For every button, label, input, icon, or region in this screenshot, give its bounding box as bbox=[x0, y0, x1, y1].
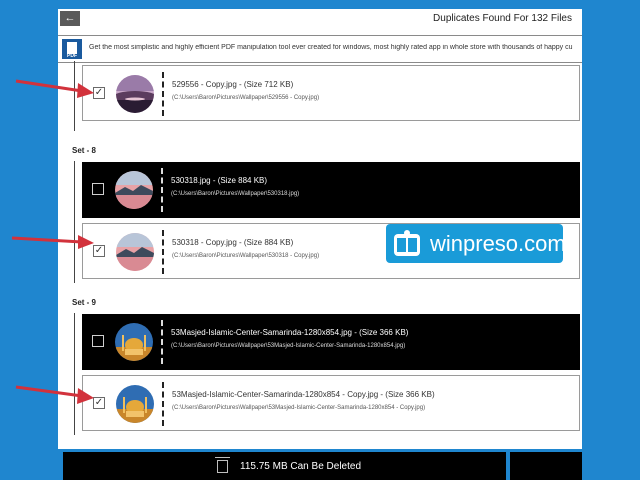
mosque-thumbnail bbox=[116, 385, 154, 423]
separator bbox=[162, 230, 164, 274]
file-path: (C:\Users\Baron\Pictures\Wallpaper\53031… bbox=[172, 253, 320, 259]
watermark-text: winpreso.com bbox=[430, 231, 566, 256]
set-group: ✓ 529556 - Copy.jpg - (Size 712 KB) (C:\… bbox=[74, 61, 582, 131]
file-checkbox[interactable] bbox=[92, 183, 104, 195]
annotation-arrow-icon bbox=[15, 385, 94, 404]
file-row[interactable]: ✓ 53Masjed-Islamic-Center-Samarinda-1280… bbox=[82, 375, 580, 431]
set-label: Set - 9 bbox=[72, 298, 97, 307]
file-path: (C:\Users\Baron\Pictures\Wallpaper\53Mas… bbox=[172, 405, 426, 411]
watermark: winpreso.com bbox=[386, 224, 566, 263]
annotation-arrow-icon bbox=[11, 235, 94, 249]
file-path: (C:\Users\Baron\Pictures\Wallpaper\53Mas… bbox=[171, 343, 406, 349]
set-group: Set - 9 53Masjed-Islamic-Center-Samarind… bbox=[72, 298, 582, 435]
delete-label: 115.75 MB Can Be Deleted bbox=[240, 461, 362, 472]
ad-banner[interactable]: PDF Get the most simplistic and highly e… bbox=[58, 35, 582, 63]
file-name: 53Masjed-Islamic-Center-Samarinda-1280x8… bbox=[172, 390, 435, 399]
window-title: Duplicates Found For 132 Files bbox=[433, 13, 572, 24]
file-row[interactable]: 53Masjed-Islamic-Center-Samarinda-1280x8… bbox=[82, 314, 580, 370]
pink-lake-thumbnail bbox=[115, 171, 153, 209]
file-path: (C:\Users\Baron\Pictures\Wallpaper\53031… bbox=[171, 191, 300, 197]
back-button[interactable]: ← bbox=[60, 11, 80, 26]
trash-icon bbox=[215, 457, 230, 473]
file-checkbox[interactable] bbox=[92, 335, 104, 347]
secondary-button[interactable] bbox=[510, 452, 582, 480]
separator bbox=[162, 72, 164, 116]
file-name: 529556 - Copy.jpg - (Size 712 KB) bbox=[172, 80, 294, 89]
pink-lake-thumbnail bbox=[116, 233, 154, 271]
footer-bar: 115.75 MB Can Be Deleted bbox=[58, 449, 582, 480]
file-name: 530318.jpg - (Size 884 KB) bbox=[171, 176, 268, 185]
annotation-arrow-icon bbox=[15, 79, 94, 98]
file-row[interactable]: ✓ 529556 - Copy.jpg - (Size 712 KB) (C:\… bbox=[82, 65, 580, 121]
mosque-thumbnail bbox=[115, 323, 153, 361]
winpreso-logo-icon bbox=[394, 230, 420, 256]
purple-sunset-thumbnail bbox=[116, 75, 154, 113]
separator bbox=[162, 382, 164, 426]
title-bar: ← Duplicates Found For 132 Files bbox=[58, 9, 582, 30]
separator bbox=[161, 168, 163, 212]
file-name: 530318 - Copy.jpg - (Size 884 KB) bbox=[172, 238, 294, 247]
delete-button[interactable]: 115.75 MB Can Be Deleted bbox=[63, 452, 506, 480]
file-row[interactable]: 530318.jpg - (Size 884 KB) (C:\Users\Bar… bbox=[82, 162, 580, 218]
pdf-tool-icon: PDF bbox=[62, 39, 82, 59]
file-path: (C:\Users\Baron\Pictures\Wallpaper\52955… bbox=[172, 95, 320, 101]
separator bbox=[161, 320, 163, 364]
file-name: 53Masjed-Islamic-Center-Samarinda-1280x8… bbox=[171, 328, 409, 337]
banner-text: Get the most simplistic and highly effic… bbox=[89, 44, 573, 51]
set-label: Set - 8 bbox=[72, 146, 97, 155]
